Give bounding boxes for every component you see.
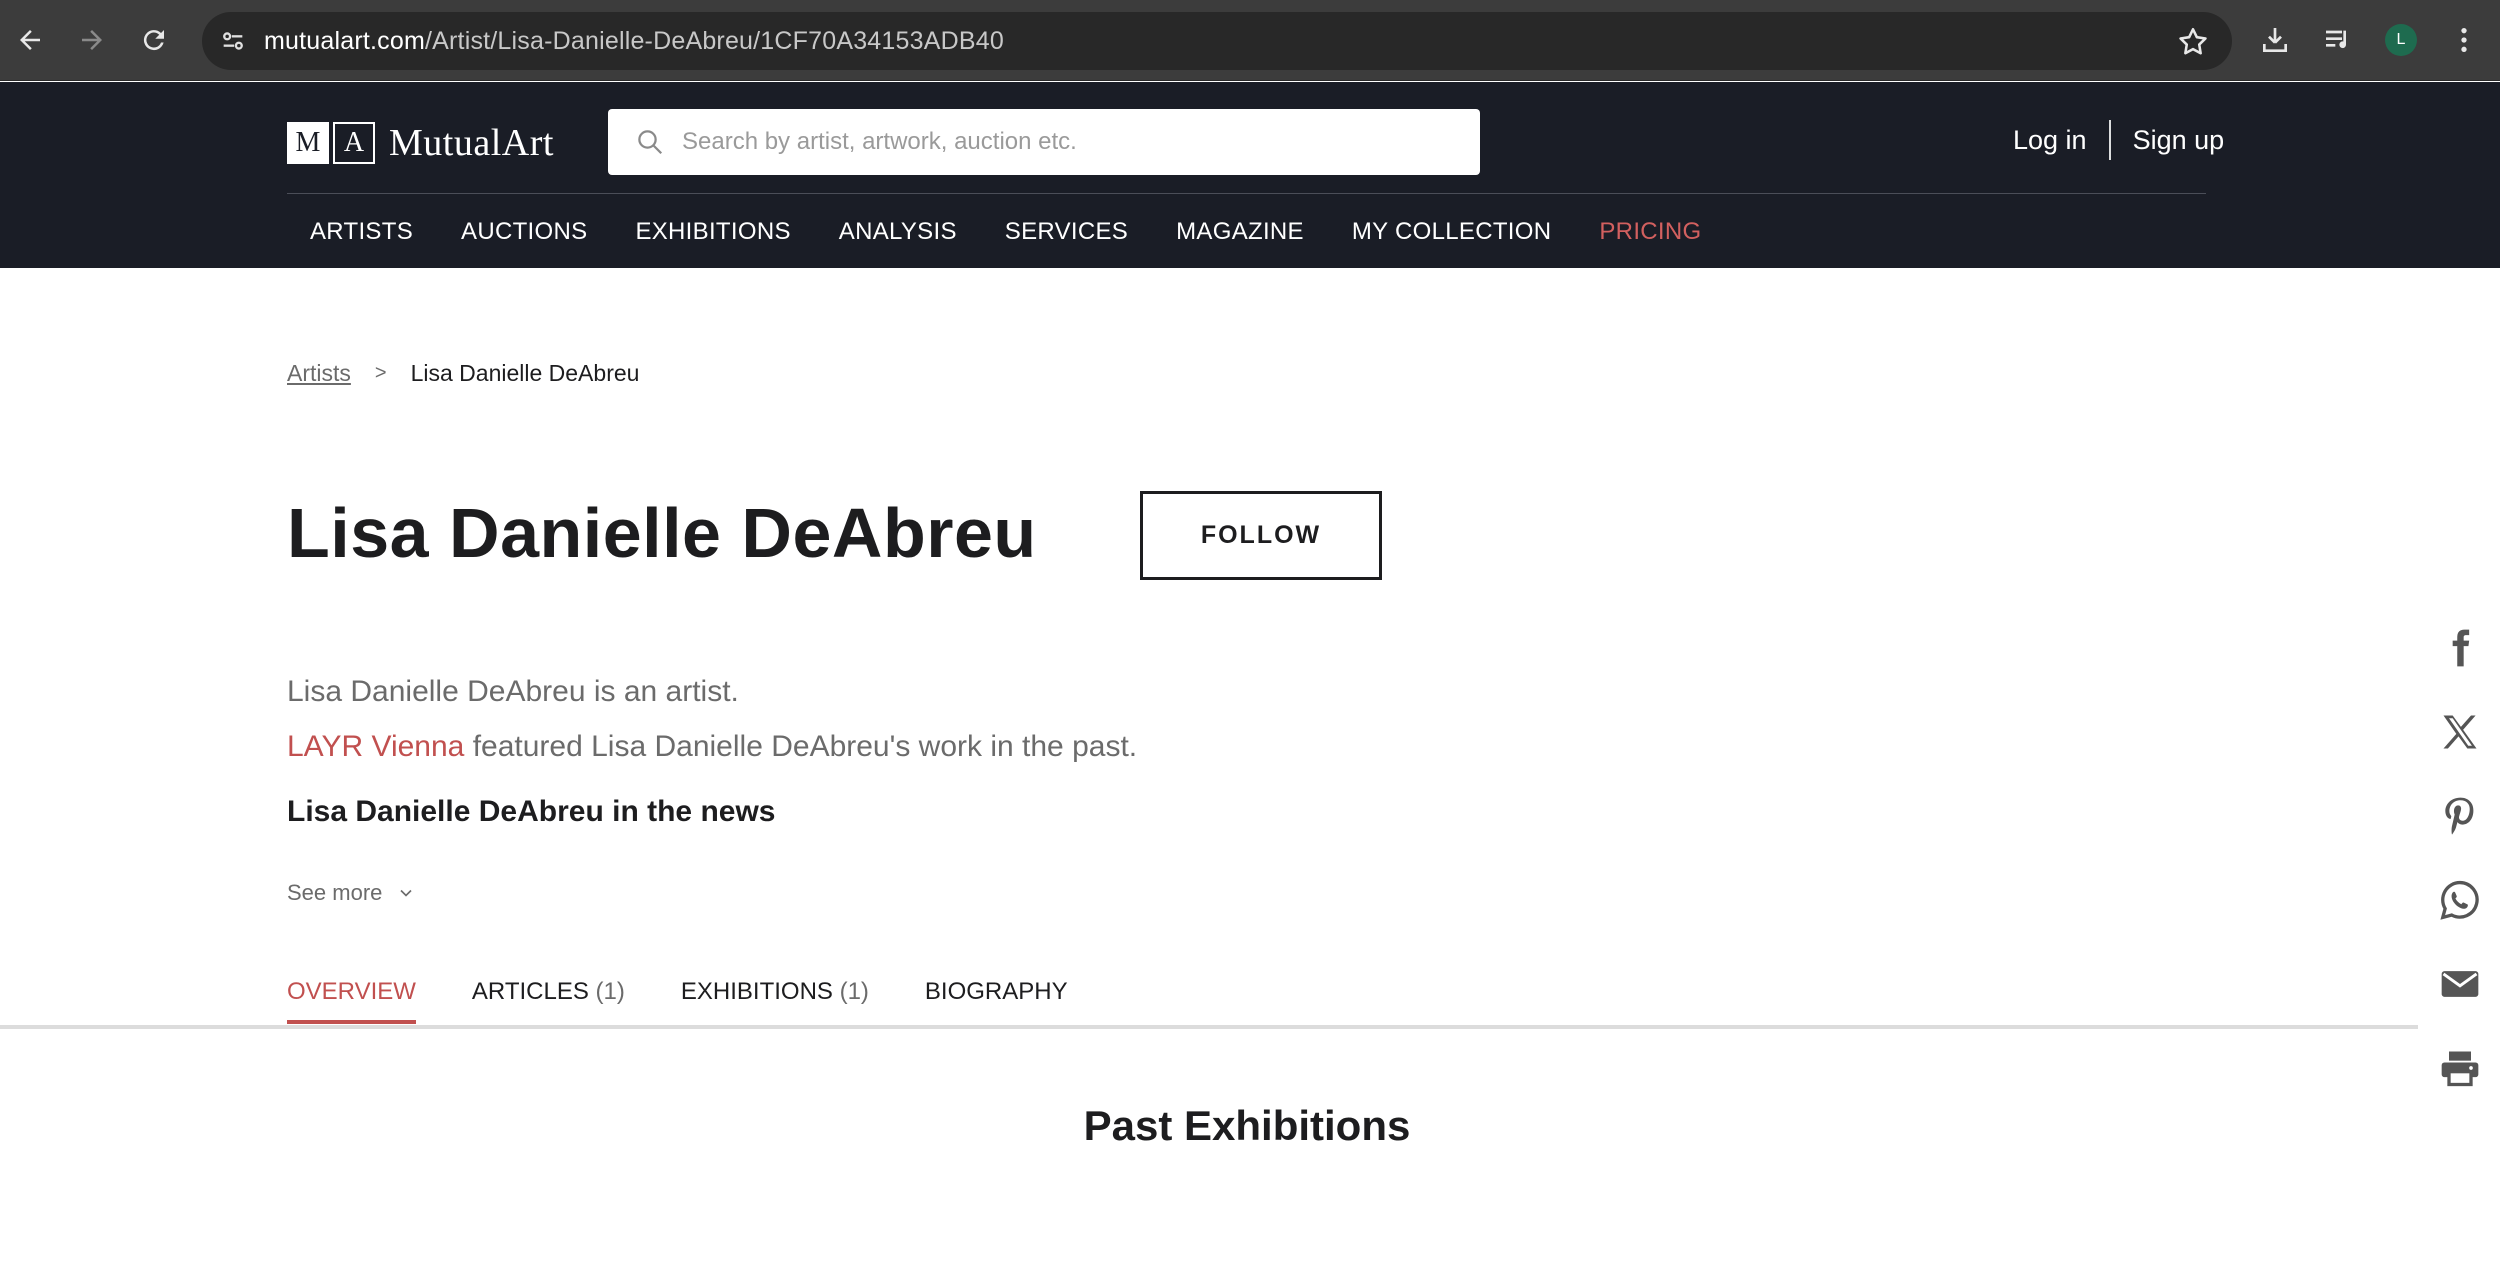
tab-overview[interactable]: OVERVIEW xyxy=(287,968,416,1024)
logo-a: A xyxy=(333,122,375,164)
nav-services[interactable]: SERVICES xyxy=(1005,218,1128,246)
share-rail xyxy=(2432,620,2488,1124)
see-more-label: See more xyxy=(287,880,383,905)
gallery-sentence: LAYR Vienna featured Lisa Danielle DeAbr… xyxy=(287,725,1137,769)
tabs-divider xyxy=(0,1025,2418,1029)
browser-toolbar: mutualart.com/Artist/Lisa-Danielle-DeAbr… xyxy=(0,0,2500,81)
whatsapp-icon[interactable] xyxy=(2432,872,2488,928)
facebook-icon[interactable] xyxy=(2432,620,2488,676)
artist-description: Lisa Danielle DeAbreu is an artist. xyxy=(287,675,739,708)
search-icon xyxy=(632,124,668,160)
x-twitter-icon[interactable] xyxy=(2432,704,2488,760)
tab-exhibitions-count: (1) xyxy=(839,978,869,1005)
tab-exhibitions[interactable]: EXHIBITIONS (1) xyxy=(681,968,869,1024)
pinterest-icon[interactable] xyxy=(2432,788,2488,844)
gallery-link[interactable]: LAYR Vienna xyxy=(287,730,464,763)
see-more-toggle[interactable]: See more xyxy=(287,880,416,906)
logo-wordmark: MutualArt xyxy=(389,122,554,164)
login-link[interactable]: Log in xyxy=(2013,125,2087,156)
nav-auctions[interactable]: AUCTIONS xyxy=(461,218,587,246)
browser-menu-icon[interactable] xyxy=(2444,20,2484,60)
nav-magazine[interactable]: MAGAZINE xyxy=(1176,218,1304,246)
auth-separator xyxy=(2108,120,2111,160)
breadcrumb-artists[interactable]: Artists xyxy=(287,360,351,387)
artist-name: Lisa Danielle DeAbreu xyxy=(287,494,1037,572)
address-bar[interactable]: mutualart.com/Artist/Lisa-Danielle-DeAbr… xyxy=(202,12,2232,70)
signup-link[interactable]: Sign up xyxy=(2133,125,2225,156)
print-icon[interactable] xyxy=(2432,1040,2488,1096)
nav-pricing[interactable]: PRICING xyxy=(1599,218,1701,246)
auth-links: Log in Sign up xyxy=(2013,118,2224,162)
breadcrumb: Artists > Lisa Danielle DeAbreu xyxy=(287,355,639,391)
past-exhibitions-title: Past Exhibitions xyxy=(1083,1102,1411,1149)
nav-analysis[interactable]: ANALYSIS xyxy=(839,218,957,246)
nav-artists[interactable]: ARTISTS xyxy=(310,218,413,246)
tab-biography[interactable]: BIOGRAPHY xyxy=(925,968,1068,1024)
media-queue-icon[interactable] xyxy=(2318,20,2358,60)
tab-articles-count: (1) xyxy=(595,978,625,1005)
chevron-down-icon xyxy=(400,889,412,897)
gallery-sentence-text: featured Lisa Danielle DeAbreu's work in… xyxy=(464,730,1138,763)
profile-avatar[interactable]: L xyxy=(2385,24,2417,56)
logo-m: M xyxy=(287,122,329,164)
main-nav: ARTISTS AUCTIONS EXHIBITIONS ANALYSIS SE… xyxy=(287,210,1725,254)
search-box[interactable] xyxy=(608,109,1480,175)
search-input[interactable] xyxy=(682,128,1462,156)
news-heading: Lisa Danielle DeAbreu in the news xyxy=(287,795,776,828)
tab-articles[interactable]: ARTICLES (1) xyxy=(472,968,625,1024)
forward-icon[interactable] xyxy=(72,20,112,60)
follow-button[interactable]: FOLLOW xyxy=(1140,491,1382,580)
artist-tabs: OVERVIEW ARTICLES (1) EXHIBITIONS (1) BI… xyxy=(287,968,1124,1028)
mutualart-logo[interactable]: M A MutualArt xyxy=(287,122,554,164)
breadcrumb-separator: > xyxy=(374,361,387,384)
bookmark-star-icon[interactable] xyxy=(2176,25,2210,59)
download-icon[interactable] xyxy=(2255,20,2295,60)
url-text[interactable]: mutualart.com/Artist/Lisa-Danielle-DeAbr… xyxy=(264,12,1004,70)
header-divider xyxy=(287,193,2206,194)
reload-icon[interactable] xyxy=(134,20,174,60)
breadcrumb-current: Lisa Danielle DeAbreu xyxy=(410,359,640,386)
nav-exhibitions[interactable]: EXHIBITIONS xyxy=(635,218,790,246)
back-icon[interactable] xyxy=(10,20,50,60)
site-settings-icon[interactable] xyxy=(216,25,250,57)
email-icon[interactable] xyxy=(2432,956,2488,1012)
nav-my-collection[interactable]: MY COLLECTION xyxy=(1352,218,1552,246)
